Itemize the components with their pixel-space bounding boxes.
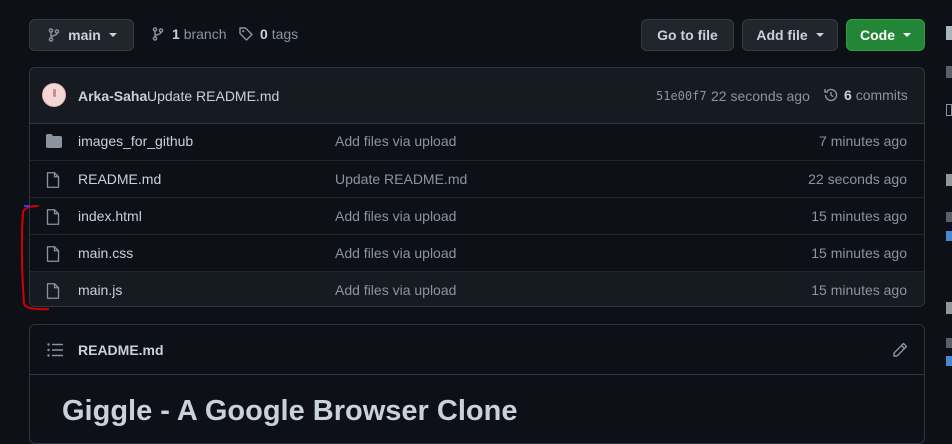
branch-select-button[interactable]: main	[29, 19, 134, 51]
file-icon	[46, 172, 60, 188]
go-to-file-button[interactable]: Go to file	[641, 19, 734, 51]
tags-count: 0	[260, 26, 268, 42]
code-label: Code	[860, 27, 895, 43]
commits-link[interactable]: 6 commits	[823, 87, 908, 103]
commits-label: commits	[855, 87, 908, 103]
readme-filename: README.md	[78, 342, 164, 358]
branch-name: main	[68, 27, 101, 43]
branches-count: 1	[172, 26, 180, 42]
commits-count: 6	[844, 87, 852, 103]
commit-author[interactable]: Arka-Saha	[78, 88, 147, 104]
file-name[interactable]: images_for_github	[78, 133, 193, 149]
branches-link[interactable]: 1 branch	[150, 26, 227, 42]
chevron-down-icon	[815, 33, 824, 37]
history-icon	[824, 88, 838, 102]
file-commit-message[interactable]: Add files via upload	[335, 282, 456, 298]
file-name[interactable]: main.js	[78, 282, 122, 298]
add-file-label: Add file	[756, 27, 808, 43]
commit-time: 22 seconds ago	[711, 88, 810, 104]
file-age: 15 minutes ago	[811, 282, 907, 298]
file-name[interactable]: index.html	[78, 208, 142, 224]
file-commit-message[interactable]: Add files via upload	[335, 208, 456, 224]
branches-label: branch	[183, 26, 227, 42]
go-to-file-label: Go to file	[657, 27, 718, 43]
file-row[interactable]: README.md Update README.md 22 seconds ag…	[30, 160, 924, 197]
tags-label: tags	[271, 26, 299, 42]
file-age: 7 minutes ago	[819, 133, 907, 149]
add-file-button[interactable]: Add file	[742, 19, 838, 51]
file-commit-message[interactable]: Update README.md	[335, 171, 467, 187]
tags-link[interactable]: 0 tags	[238, 26, 298, 42]
readme-title: Giggle - A Google Browser Clone	[62, 395, 518, 427]
pencil-icon[interactable]	[892, 342, 908, 358]
file-age: 22 seconds ago	[808, 171, 907, 187]
avatar[interactable]	[42, 83, 66, 107]
file-browser: Arka-Saha Update README.md 51e00f7 22 se…	[29, 67, 925, 307]
readme-panel: README.md Giggle - A Google Browser Clon…	[29, 324, 925, 444]
commit-message[interactable]: Update README.md	[147, 88, 279, 104]
file-commit-message[interactable]: Add files via upload	[335, 245, 456, 261]
file-row[interactable]: index.html Add files via upload 15 minut…	[30, 197, 924, 234]
file-age: 15 minutes ago	[811, 208, 907, 224]
code-button[interactable]: Code	[846, 19, 925, 51]
file-row[interactable]: main.js Add files via upload 15 minutes …	[30, 271, 924, 306]
file-row[interactable]: main.css Add files via upload 15 minutes…	[30, 234, 924, 271]
sidebar-clipped-edge	[946, 26, 952, 366]
file-name[interactable]: main.css	[78, 245, 133, 261]
list-icon[interactable]	[47, 343, 63, 357]
git-branch-icon	[152, 27, 164, 41]
file-name[interactable]: README.md	[78, 171, 161, 187]
file-row[interactable]: images_for_github Add files via upload 7…	[30, 123, 924, 160]
file-commit-message[interactable]: Add files via upload	[335, 133, 456, 149]
chevron-down-icon	[108, 33, 117, 37]
latest-commit-bar: Arka-Saha Update README.md 51e00f7 22 se…	[30, 68, 924, 124]
tag-icon	[239, 27, 253, 41]
commit-hash[interactable]: 51e00f7	[656, 89, 707, 103]
chevron-down-icon	[903, 33, 911, 37]
annotation-bracket	[20, 205, 49, 311]
file-age: 15 minutes ago	[811, 245, 907, 261]
folder-icon	[46, 134, 62, 148]
readme-header: README.md	[30, 325, 924, 375]
git-branch-icon	[48, 28, 60, 42]
